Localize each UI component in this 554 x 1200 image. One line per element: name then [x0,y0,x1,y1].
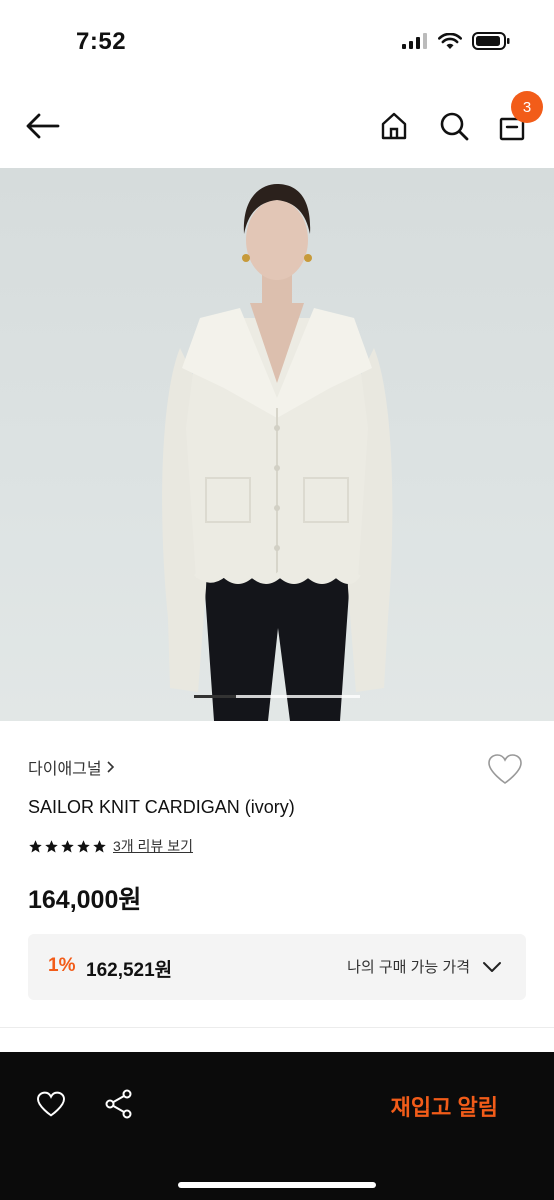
share-button[interactable] [100,1085,138,1123]
product-image[interactable] [0,168,554,721]
status-time: 7:52 [76,28,127,55]
section-divider [0,1027,554,1028]
search-icon [440,112,469,141]
back-button[interactable] [22,106,62,146]
home-indicator [178,1182,376,1188]
product-name: SAILOR KNIT CARDIGAN (ivory) [28,797,295,817]
wifi-icon [438,32,462,49]
purchasable-price-label: 나의 구매 가능 가격 [347,959,470,976]
rating-stars [28,839,107,854]
app-header [0,86,554,166]
wishlist-button[interactable] [486,750,524,788]
bottom-wishlist-button[interactable] [32,1085,70,1123]
search-button[interactable] [434,106,474,146]
cart-count-badge: 3 [511,91,543,123]
heart-outline-icon [488,754,522,784]
chevron-right-icon [107,761,114,773]
status-icons [402,32,510,50]
brand-name: 다이애그널 [28,761,102,778]
star-icon [77,839,90,852]
product-price: 164,000원 [28,886,142,914]
chevron-down-icon [483,961,501,972]
rating-row: 3개 리뷰 보기 [28,836,193,856]
review-link[interactable]: 3개 리뷰 보기 [113,836,193,856]
member-price-box[interactable]: 1% 162,521원 나의 구매 가능 가격 [28,934,526,1000]
back-arrow-icon [26,113,60,139]
share-icon [105,1089,132,1119]
brand-link[interactable]: 다이애그널 [28,755,116,779]
signal-icon [402,33,427,49]
restock-alert-button[interactable]: 재입고 알림 [391,1090,498,1122]
star-icon [93,839,106,852]
carousel-indicator [194,695,360,698]
star-icon [29,839,42,852]
member-price: 162,521원 [86,960,173,981]
battery-icon [472,32,510,50]
carousel-indicator-active [194,695,236,698]
home-icon [381,112,407,140]
home-button[interactable] [374,106,414,146]
heart-outline-icon [37,1091,65,1117]
star-icon [61,839,74,852]
model-wearing-cardigan-image [162,184,393,721]
member-discount-rate: 1% [48,955,76,976]
purchasable-price-toggle[interactable]: 나의 구매 가능 가격 [347,956,502,977]
status-bar: 7:52 [0,0,554,80]
bottom-action-bar: 재입고 알림 [0,1052,554,1200]
star-icon [45,839,58,852]
